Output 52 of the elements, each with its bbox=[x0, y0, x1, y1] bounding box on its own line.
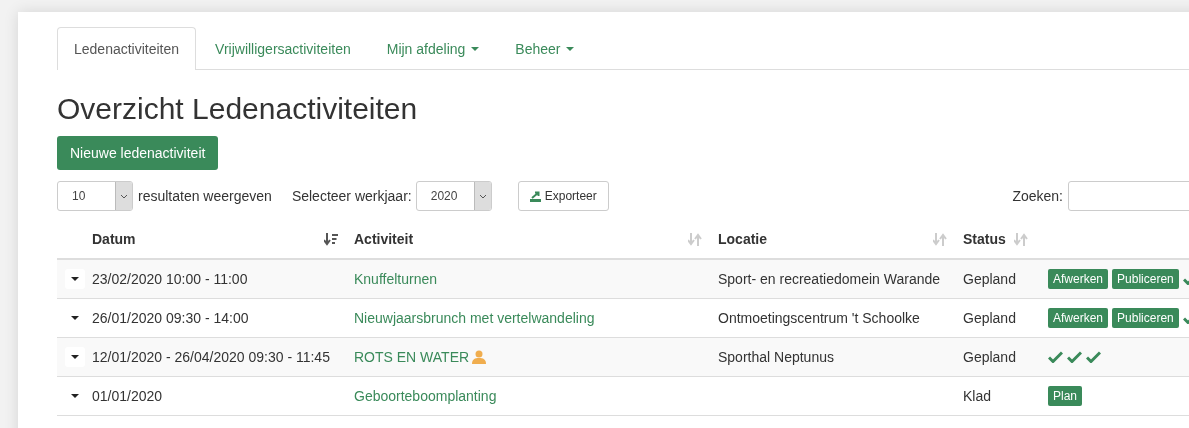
date-cell: 12/01/2020 - 26/04/2020 09:30 - 11:45 bbox=[92, 349, 330, 365]
activity-link[interactable]: Geboorteboomplanting bbox=[354, 388, 497, 404]
date-cell: 26/01/2020 09:30 - 14:00 bbox=[92, 310, 249, 326]
caret-icon bbox=[71, 277, 79, 281]
nav-tab[interactable]: Beheer bbox=[498, 27, 592, 70]
check-icon bbox=[1048, 351, 1063, 363]
action-button[interactable]: Publiceren bbox=[1112, 269, 1179, 289]
status-cell: Gepland bbox=[963, 271, 1016, 287]
date-cell: 01/01/2020 bbox=[92, 388, 163, 404]
action-button[interactable]: Publiceren bbox=[1112, 308, 1179, 328]
column-header[interactable]: Status bbox=[963, 231, 1006, 247]
nav-tab[interactable]: Mijn afdeling bbox=[369, 27, 497, 70]
status-cell: Gepland bbox=[963, 310, 1016, 326]
export-icon bbox=[529, 190, 541, 202]
year-label: Selecteer werkjaar: bbox=[291, 188, 412, 204]
caret-icon bbox=[71, 355, 79, 359]
expand-toggle[interactable] bbox=[65, 347, 85, 367]
action-button[interactable]: Plan bbox=[1048, 386, 1083, 406]
nav-tab[interactable]: Vrijwilligersactiviteiten bbox=[198, 27, 368, 70]
column-header[interactable]: Locatie bbox=[718, 231, 767, 247]
date-cell: 23/02/2020 10:00 - 11:00 bbox=[92, 271, 248, 287]
page-size-select[interactable]: 10 bbox=[57, 181, 133, 211]
caret-icon bbox=[71, 316, 79, 320]
export-button[interactable]: Exporteer bbox=[517, 181, 609, 211]
status-cell: Gepland bbox=[963, 349, 1016, 365]
caret-icon bbox=[71, 394, 79, 398]
check-icon bbox=[1067, 351, 1082, 363]
activity-link[interactable]: ROTS EN WATER bbox=[354, 349, 470, 365]
nav-tab[interactable]: Ledenactiviteiten bbox=[57, 27, 197, 70]
column-header[interactable]: Activiteit bbox=[354, 231, 414, 247]
chevron-down-icon bbox=[478, 193, 487, 199]
page-title: Overzicht Ledenactiviteiten bbox=[57, 92, 419, 126]
action-button[interactable]: Afwerken bbox=[1048, 269, 1109, 289]
action-button[interactable]: Afwerken bbox=[1048, 308, 1109, 328]
caret-icon bbox=[566, 47, 575, 51]
new-activity-button[interactable]: Nieuwe ledenactiviteit bbox=[57, 136, 219, 170]
year-select[interactable]: 2020 bbox=[415, 181, 492, 211]
location-cell: Ontmoetingscentrum 't Schoolke bbox=[718, 310, 920, 326]
activity-link[interactable]: Knuffelturnen bbox=[354, 271, 438, 287]
chevron-down-icon bbox=[120, 193, 128, 199]
location-cell: Sport- en recreatiedomein Warande bbox=[718, 271, 941, 287]
search-field[interactable] bbox=[1068, 181, 1189, 211]
search-label: Zoeken: bbox=[1012, 188, 1063, 204]
activity-link[interactable]: Nieuwjaarsbrunch met vertelwandeling bbox=[354, 310, 595, 326]
check-icon bbox=[1086, 351, 1101, 363]
caret-icon bbox=[471, 47, 480, 51]
status-cell: Klad bbox=[963, 388, 992, 404]
sort-icon[interactable] bbox=[324, 232, 338, 246]
expand-toggle[interactable] bbox=[65, 269, 85, 289]
location-cell: Sporthal Neptunus bbox=[718, 349, 834, 365]
page-size-label: resultaten weergeven bbox=[138, 188, 272, 204]
column-header[interactable]: Datum bbox=[92, 231, 136, 247]
